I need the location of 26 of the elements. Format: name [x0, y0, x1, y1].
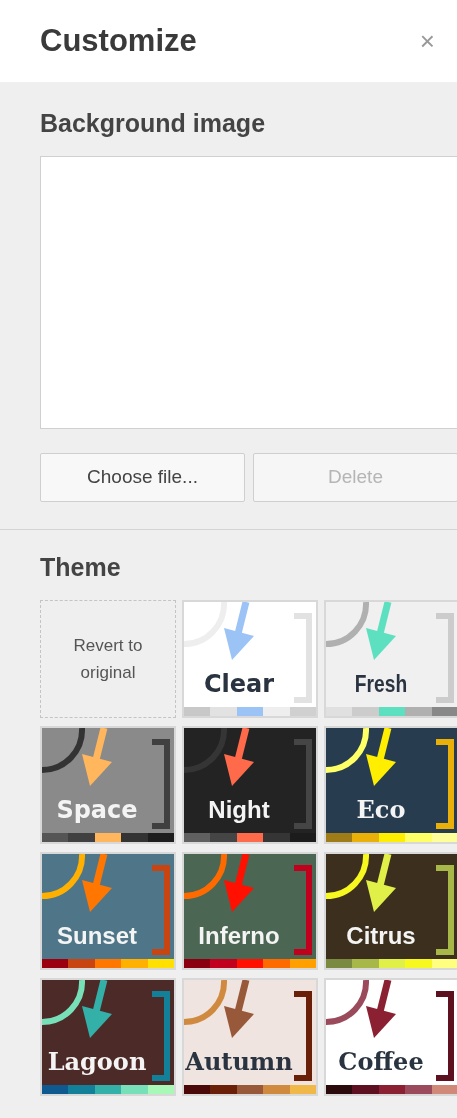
- theme-name: Space: [55, 795, 139, 826]
- theme-name: Inferno: [197, 921, 281, 951]
- theme-tile[interactable]: Fresh: [324, 600, 457, 718]
- choose-file-button[interactable]: Choose file...: [40, 453, 245, 502]
- theme-name: Citrus: [345, 921, 417, 951]
- section-heading: Theme: [40, 552, 122, 582]
- revert-theme-tile[interactable]: Revert to original: [40, 600, 176, 718]
- panel-title: Customize: [40, 22, 197, 60]
- theme-tile[interactable]: Night: [182, 726, 318, 844]
- theme-name: Eco: [355, 794, 407, 826]
- section-heading: Background image: [40, 108, 267, 138]
- theme-tile[interactable]: Autumn: [182, 978, 318, 1096]
- theme-name: Autumn: [184, 1046, 294, 1078]
- theme-name: Fresh: [353, 669, 409, 699]
- theme-tile[interactable]: Citrus: [324, 852, 457, 970]
- theme-name: Coffee: [337, 1046, 425, 1078]
- theme-name: Clear: [202, 669, 276, 700]
- theme-tile[interactable]: Coffee: [324, 978, 457, 1096]
- theme-tile[interactable]: Sunset: [40, 852, 176, 970]
- theme-tile[interactable]: Inferno: [182, 852, 318, 970]
- theme-tile[interactable]: Clear: [182, 600, 318, 718]
- theme-tile[interactable]: Eco: [324, 726, 457, 844]
- theme-name: Sunset: [56, 921, 138, 951]
- theme-tile[interactable]: Lagoon: [40, 978, 176, 1096]
- theme-name: Night: [207, 795, 271, 825]
- theme-name: Lagoon: [46, 1046, 148, 1078]
